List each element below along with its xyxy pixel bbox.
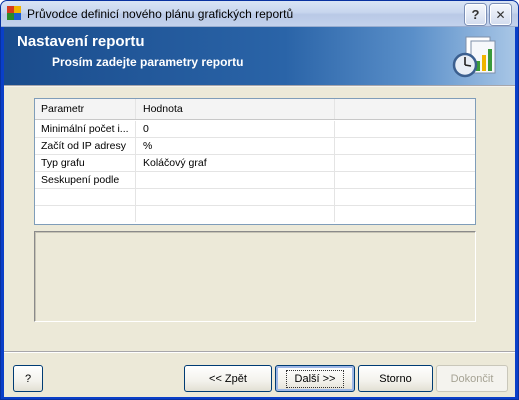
back-button[interactable]: << Zpět [184,365,272,392]
banner-title: Nastavení reportu [17,33,145,50]
window-title: Průvodce definicí nového plánu grafickýc… [27,7,294,21]
banner-subtitle: Prosím zadejte parametry reportu [52,55,244,69]
param-name-cell: Typ grafu [35,155,136,171]
table-row[interactable]: Minimální počet i... 0 [35,121,475,138]
cancel-button[interactable]: Storno [358,365,433,392]
close-button[interactable]: ✕ [490,4,511,25]
help-button[interactable]: ? [13,365,43,392]
wizard-window: Průvodce definicí nového plánu grafickýc… [0,0,519,400]
table-row[interactable]: Seskupení podle [35,172,475,189]
filler-cell [336,206,475,222]
param-value-cell[interactable]: Koláčový graf [137,155,335,171]
table-row[interactable] [35,189,475,206]
param-name-cell: Minimální počet i... [35,121,136,137]
filler-cell [336,138,475,154]
param-value-cell[interactable]: 0 [137,121,335,137]
filler-cell [336,189,475,205]
param-name-cell: Začít od IP adresy [35,138,136,154]
param-value-cell[interactable] [137,172,335,188]
filler-cell [336,155,475,171]
footer-divider [4,351,515,353]
column-header-value[interactable]: Hodnota [137,99,335,119]
app-icon [7,6,21,20]
table-row[interactable] [35,206,475,223]
table-row[interactable]: Typ grafu Koláčový graf [35,155,475,172]
description-panel [34,231,476,322]
column-header-empty [336,99,475,119]
title-help-button[interactable]: ? [465,4,486,25]
next-button[interactable]: Další >> [275,365,355,392]
grid-header-row: Parametr Hodnota [35,99,475,120]
banner-divider [4,85,515,87]
param-name-cell [35,206,136,222]
column-header-parameter[interactable]: Parametr [35,99,136,119]
parameters-grid[interactable]: Parametr Hodnota Minimální počet i... 0 … [34,98,476,225]
param-value-cell[interactable] [137,189,335,205]
param-name-cell: Seskupení podle [35,172,136,188]
title-bar[interactable]: Průvodce definicí nového plánu grafickýc… [1,1,518,27]
report-clock-chart-icon [452,36,496,78]
next-button-label: Další >> [285,369,345,388]
param-value-cell[interactable]: % [137,138,335,154]
table-row[interactable]: Začít od IP adresy % [35,138,475,155]
finish-button[interactable]: Dokončit [436,365,508,392]
filler-cell [336,121,475,137]
header-banner: Nastavení reportu Prosím zadejte paramet… [4,27,515,85]
param-value-cell[interactable] [137,206,335,222]
filler-cell [336,172,475,188]
dialog-body: Nastavení reportu Prosím zadejte paramet… [4,27,515,397]
param-name-cell [35,189,136,205]
